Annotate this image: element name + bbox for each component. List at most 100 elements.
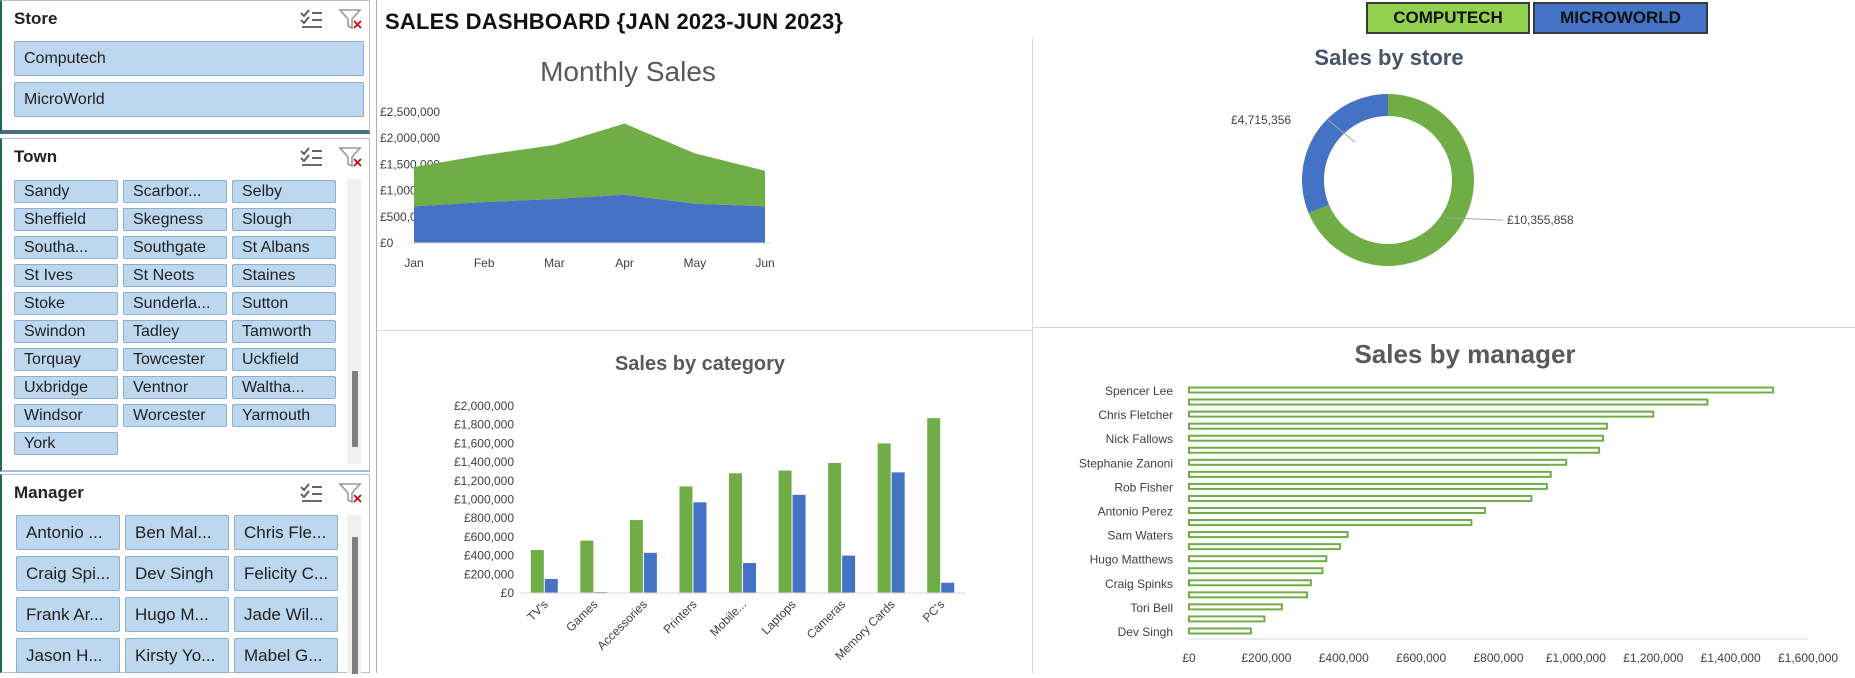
store-item[interactable]: Computech <box>14 41 364 76</box>
bar <box>828 463 842 593</box>
town-item[interactable]: Yarmouth <box>232 404 336 427</box>
town-item[interactable]: Uxbridge <box>14 376 118 399</box>
bar <box>1188 579 1312 587</box>
series-area-green <box>414 123 765 207</box>
town-item[interactable]: Waltha... <box>232 376 336 399</box>
manager-scrollbar-thumb[interactable] <box>352 537 358 674</box>
town-item[interactable]: Ventnor <box>123 376 227 399</box>
manager-item[interactable]: Frank Ar... <box>16 597 120 632</box>
town-scrollbar-thumb[interactable] <box>352 371 358 447</box>
bar <box>530 549 544 593</box>
town-item[interactable]: Tadley <box>123 320 227 343</box>
category-label: Antonio Perez <box>1098 505 1173 519</box>
multi-select-icon[interactable] <box>298 481 324 505</box>
bar <box>1188 470 1552 478</box>
multi-select-icon[interactable] <box>298 145 324 169</box>
manager-item[interactable]: Dev Singh <box>125 556 229 591</box>
x-tick-label: £1,000,000 <box>1546 651 1606 665</box>
donut-slice <box>1302 94 1388 214</box>
x-tick-label: £1,200,000 <box>1623 651 1683 665</box>
manager-item[interactable]: Felicity C... <box>234 556 338 591</box>
town-item[interactable]: Worcester <box>123 404 227 427</box>
town-item[interactable]: Tamworth <box>232 320 336 343</box>
store-item[interactable]: MicroWorld <box>14 82 364 117</box>
town-item[interactable]: Slough <box>232 208 336 231</box>
town-item[interactable]: St Ives <box>14 264 118 287</box>
town-item[interactable]: Swindon <box>14 320 118 343</box>
manager-item[interactable]: Hugo M... <box>125 597 229 632</box>
manager-item[interactable]: Craig Spi... <box>16 556 120 591</box>
town-item[interactable]: Southa... <box>14 236 118 259</box>
town-item[interactable]: St Neots <box>123 264 227 287</box>
town-item[interactable]: Sandy <box>14 180 118 203</box>
town-item[interactable]: Stoke <box>14 292 118 315</box>
bar <box>1188 519 1473 527</box>
dashboard-title: SALES DASHBOARD {JAN 2023-JUN 2023} <box>385 9 844 34</box>
y-tick-label: £400,000 <box>464 549 514 563</box>
manager-item[interactable]: Antonio ... <box>16 515 120 550</box>
y-tick-label: £2,500,000 <box>380 105 440 119</box>
town-item[interactable]: Scarbor... <box>123 180 227 203</box>
x-tick-label: £800,000 <box>1473 651 1523 665</box>
microworld-button[interactable]: MICROWORLD <box>1533 2 1708 34</box>
computech-button[interactable]: COMPUTECH <box>1366 2 1530 34</box>
category-label: Nick Fallows <box>1106 432 1173 446</box>
y-tick-label: £0 <box>380 236 394 250</box>
manager-item[interactable]: Ben Mal... <box>125 515 229 550</box>
clear-filter-icon[interactable] <box>338 7 364 31</box>
town-item[interactable]: Sheffield <box>14 208 118 231</box>
category-label: Spencer Lee <box>1105 384 1173 398</box>
x-tick-label: Mobile... <box>707 597 749 639</box>
category-label: Hugo Matthews <box>1090 553 1173 567</box>
town-item[interactable]: Uckfield <box>232 348 336 371</box>
town-item[interactable]: Selby <box>232 180 336 203</box>
manager-slicer-header: Manager <box>14 483 84 502</box>
town-item[interactable]: Southgate <box>123 236 227 259</box>
town-item[interactable]: Staines <box>232 264 336 287</box>
column-divider <box>376 0 377 673</box>
town-item[interactable]: St Albans <box>232 236 336 259</box>
x-tick-label: TV's <box>524 597 551 624</box>
town-item[interactable]: York <box>14 432 118 455</box>
x-tick-label: Laptops <box>759 597 799 637</box>
bar <box>1188 627 1252 635</box>
town-item[interactable]: Towcester <box>123 348 227 371</box>
x-tick-label: Apr <box>615 256 634 270</box>
bar <box>927 418 941 593</box>
town-item[interactable]: Sutton <box>232 292 336 315</box>
manager-item[interactable]: Kirsty Yo... <box>125 638 229 673</box>
bar <box>679 486 693 593</box>
y-tick-label: £800,000 <box>464 511 514 525</box>
bar <box>1188 446 1601 454</box>
clear-filter-icon[interactable] <box>338 481 364 505</box>
bar <box>643 552 657 593</box>
bar <box>1188 507 1486 514</box>
manager-item[interactable]: Mabel G... <box>234 638 338 673</box>
bar <box>1188 398 1709 406</box>
town-slicer: Town Sandy Scarbor... Selby Sheffield Skegne… <box>0 138 370 472</box>
x-tick-label: Mar <box>544 256 565 270</box>
x-tick-label: £600,000 <box>1396 651 1446 665</box>
y-tick-label: £0 <box>501 586 515 600</box>
bar <box>1188 422 1608 430</box>
y-tick-label: £2,000,000 <box>380 131 440 145</box>
bar <box>1188 531 1349 539</box>
x-tick-label: £400,000 <box>1319 651 1369 665</box>
town-item[interactable]: Torquay <box>14 348 118 371</box>
bar <box>941 582 955 593</box>
manager-item[interactable]: Jason H... <box>16 638 120 673</box>
town-item[interactable]: Skegness <box>123 208 227 231</box>
category-label: Craig Spinks <box>1105 577 1173 591</box>
sales-by-manager-panel: Sales by manager Spencer Lee Chris Fletche… <box>1033 328 1855 673</box>
bar <box>1188 543 1341 551</box>
town-item[interactable]: Windsor <box>14 404 118 427</box>
bar <box>629 520 643 593</box>
manager-item[interactable]: Chris Fle... <box>234 515 338 550</box>
manager-item[interactable]: Jade Wil... <box>234 597 338 632</box>
x-tick-label: Accessories <box>594 597 650 653</box>
town-item[interactable]: Sunderla... <box>123 292 227 315</box>
y-tick-label: £1,000,000 <box>454 493 514 507</box>
multi-select-icon[interactable] <box>298 7 324 31</box>
bar <box>1188 458 1568 466</box>
clear-filter-icon[interactable] <box>338 145 364 169</box>
